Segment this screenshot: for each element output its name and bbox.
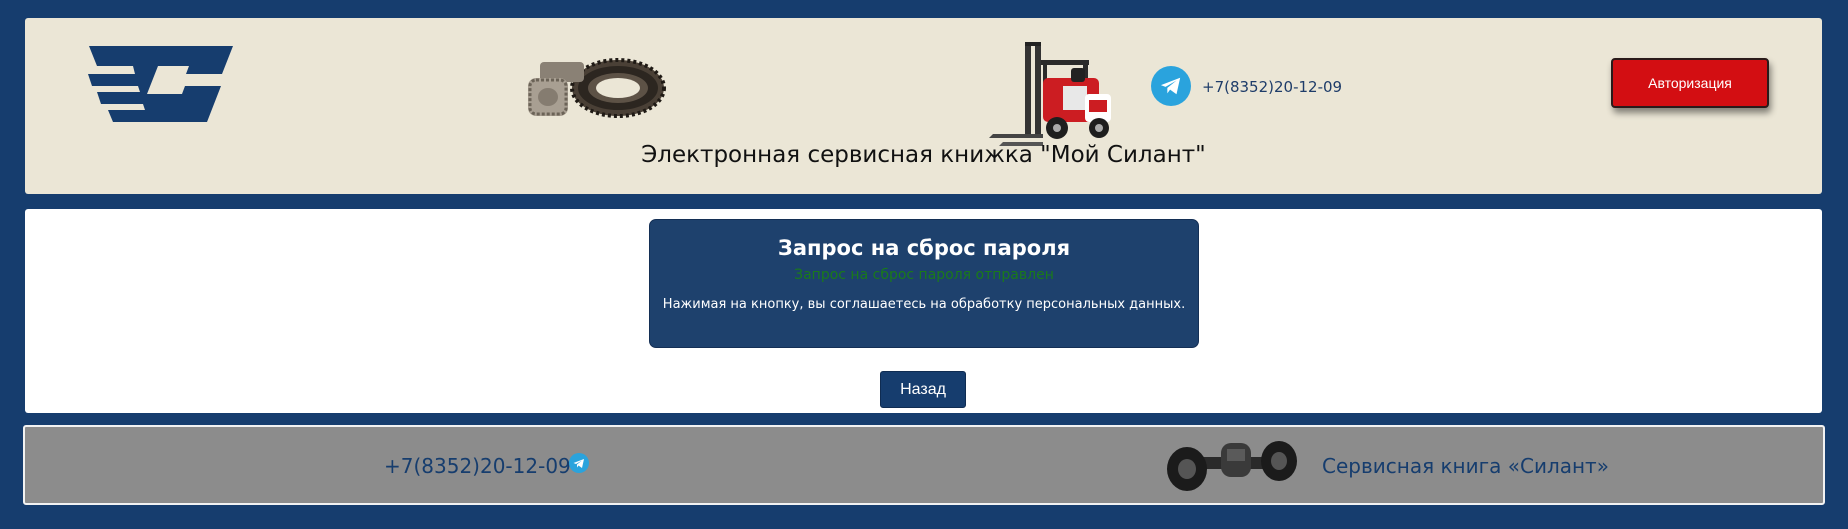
back-button[interactable]: Назад [880, 371, 966, 408]
status-message: Запрос на сброс пароля отправлен [794, 267, 1054, 283]
header-phone[interactable]: +7(8352)20-12-09 [1202, 78, 1342, 96]
telegram-icon [573, 458, 584, 468]
password-reset-card: Запрос на сброс пароля Запрос на сброс п… [649, 219, 1199, 348]
telegram-header-link[interactable] [1151, 66, 1191, 106]
forklift-image [989, 42, 1111, 146]
login-button[interactable]: Авторизация [1611, 58, 1769, 108]
main-content: Запрос на сброс пароля Запрос на сброс п… [25, 209, 1822, 413]
axle-image [1167, 441, 1297, 491]
footer-phone[interactable]: +7(8352)20-12-09 [384, 454, 571, 478]
site-footer: +7(8352)20-12-09 Сервисная книга «Силант… [23, 425, 1825, 505]
page-title: Электронная сервисная книжка "Мой Силант… [641, 142, 1206, 168]
card-title: Запрос на сброс пароля [777, 236, 1071, 260]
site-header: +7(8352)20-12-09 Авторизация Электронная… [25, 18, 1822, 194]
telegram-icon [1160, 77, 1181, 95]
bevel-gear-image [528, 58, 666, 118]
telegram-footer-link[interactable] [569, 453, 589, 473]
consent-text: Нажимая на кнопку, вы соглашаетесь на об… [662, 297, 1186, 312]
footer-brand: Сервисная книга «Силант» [1322, 454, 1609, 478]
silant-logo-icon[interactable] [83, 46, 233, 122]
